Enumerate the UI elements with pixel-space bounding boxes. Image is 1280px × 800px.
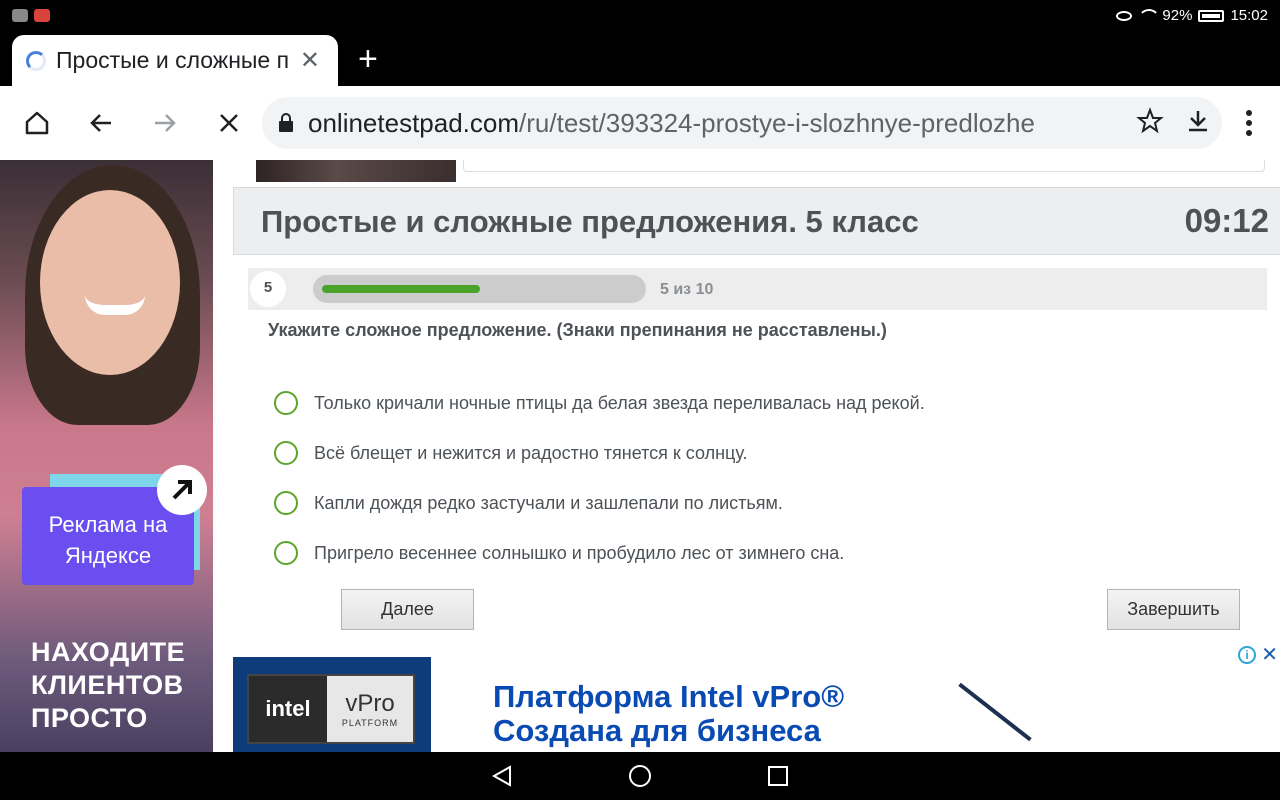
tab-strip: Простые и сложные предложения. 5 класс ✕… xyxy=(0,32,1280,86)
wifi-icon xyxy=(1138,8,1161,23)
radio-button[interactable] xyxy=(274,441,298,465)
forward-icon[interactable] xyxy=(148,106,182,140)
browser-toolbar: onlinetestpad.com/ru/test/393324-prostye… xyxy=(0,86,1280,160)
intel-vpro-logo: intel vPro PLATFORM xyxy=(233,657,431,752)
next-button[interactable]: Далее xyxy=(341,589,474,630)
bookmark-star-icon[interactable] xyxy=(1136,107,1164,135)
ad-headline-line-2: Создана для бизнеса xyxy=(493,713,821,748)
browser-tab[interactable]: Простые и сложные предложения. 5 класс ✕ xyxy=(12,35,338,86)
answer-text[interactable]: Пригрело весеннее солнышко и пробудило л… xyxy=(314,543,844,564)
menu-kebab-icon[interactable] xyxy=(1232,106,1266,140)
vpro-logo-text: vPro xyxy=(345,690,395,717)
tab-title: Простые и сложные предложения. 5 класс xyxy=(56,47,288,73)
radio-button[interactable] xyxy=(274,541,298,565)
answer-list: Только кричали ночные птицы да белая зве… xyxy=(274,378,925,578)
close-tab-icon[interactable]: ✕ xyxy=(300,46,320,75)
download-icon[interactable] xyxy=(1184,107,1212,135)
bottom-banner-ad[interactable]: intel vPro PLATFORM Платформа Intel vPro… xyxy=(233,640,1280,752)
header-search-edge xyxy=(463,160,1265,172)
url-domain: onlinetestpad.com xyxy=(308,107,520,138)
battery-icon xyxy=(1198,9,1225,22)
back-icon[interactable] xyxy=(84,106,118,140)
loading-spinner-icon xyxy=(26,50,46,71)
radio-button[interactable] xyxy=(274,491,298,515)
test-timer: 09:12 xyxy=(1184,202,1269,239)
lock-icon xyxy=(279,113,293,132)
ad-slogan: НАХОДИТЕ КЛИЕНТОВ ПРОСТО xyxy=(31,637,186,733)
answer-text[interactable]: Всё блещет и нежится и радостно тянется … xyxy=(314,443,748,464)
platform-logo-text: PLATFORM xyxy=(341,718,399,728)
nav-recents-icon[interactable] xyxy=(766,764,790,788)
header-photo xyxy=(256,160,456,182)
nav-back-icon[interactable] xyxy=(490,764,514,788)
ad-headline-line-1: Платформа Intel vPro® xyxy=(493,679,845,714)
nav-home-icon[interactable] xyxy=(628,764,652,788)
youtube-icon xyxy=(12,9,28,22)
url-path: /ru/test/393324-prostye-i-slozhnye-predl… xyxy=(519,107,1035,138)
eye-comfort-icon xyxy=(1116,10,1133,21)
ad-pen-graphic xyxy=(958,682,1032,742)
ad-photo-face xyxy=(40,190,180,375)
app-notification-icon xyxy=(34,9,50,22)
answer-text[interactable]: Капли дождя редко застучали и зашлепали … xyxy=(314,493,783,514)
new-tab-button[interactable]: + xyxy=(358,42,378,76)
answer-option[interactable]: Пригрело весеннее солнышко и пробудило л… xyxy=(274,528,925,578)
stop-loading-icon[interactable] xyxy=(212,106,246,140)
ad-arrow-icon[interactable] xyxy=(157,465,207,515)
address-bar[interactable]: onlinetestpad.com/ru/test/393324-prostye… xyxy=(262,97,1222,149)
test-content: Простые и сложные предложения. 5 класс 0… xyxy=(213,160,1280,752)
question-text: Укажите сложное предложение. (Знаки преп… xyxy=(268,320,887,340)
radio-button[interactable] xyxy=(274,391,298,415)
answer-option[interactable]: Капли дождя редко застучали и зашлепали … xyxy=(274,478,925,528)
status-right: 92% 15:02 xyxy=(1116,7,1268,24)
ad-close-icon[interactable]: ✕ xyxy=(1261,642,1278,667)
answer-option[interactable]: Всё блещет и нежится и радостно тянется … xyxy=(274,428,925,478)
progress-fill xyxy=(322,285,480,293)
question-number-badge: 5 xyxy=(250,271,286,307)
progress-row: 5 5 из 10 xyxy=(248,268,1267,310)
left-banner-ad[interactable]: Реклама на Яндексе НАХОДИТЕ КЛИЕНТОВ ПРО… xyxy=(0,160,213,752)
clock: 15:02 xyxy=(1230,7,1268,24)
system-nav-bar xyxy=(0,752,1280,800)
intel-logo-text: intel xyxy=(249,676,327,742)
answer-option[interactable]: Только кричали ночные птицы да белая зве… xyxy=(274,378,925,428)
web-page: Реклама на Яндексе НАХОДИТЕ КЛИЕНТОВ ПРО… xyxy=(0,160,1280,752)
ad-headline: Платформа Intel vPro® Создана для бизнес… xyxy=(493,680,844,748)
progress-bar xyxy=(313,275,646,303)
test-header: Простые и сложные предложения. 5 класс 0… xyxy=(233,187,1280,255)
answer-text[interactable]: Только кричали ночные птицы да белая зве… xyxy=(314,393,925,414)
status-bar: 92% 15:02 xyxy=(0,0,1280,32)
battery-percent: 92% xyxy=(1162,7,1193,24)
url-text[interactable]: onlinetestpad.com/ru/test/393324-prostye… xyxy=(308,108,1098,139)
ad-info-icon[interactable]: i xyxy=(1238,646,1256,664)
finish-button[interactable]: Завершить xyxy=(1107,589,1240,630)
home-icon[interactable] xyxy=(20,106,54,140)
test-title: Простые и сложные предложения. 5 класс xyxy=(261,204,919,239)
progress-count: 5 из 10 xyxy=(660,281,714,298)
notification-icons xyxy=(12,9,50,22)
